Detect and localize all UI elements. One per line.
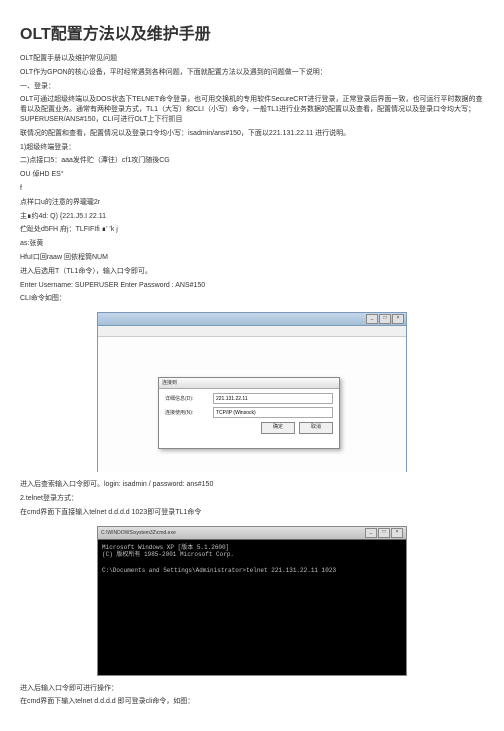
para-18: 2.telnet登录方式： — [20, 494, 484, 504]
dialog-title: 连接到 — [159, 378, 339, 389]
window-titlebar: _ □ × — [98, 313, 406, 326]
para-21: 在cmd界面下输入telnet d.d.d.d 即可登录cli命令，如图： — [20, 697, 484, 707]
window-client-area: 连接到 详细信息(D): 连接使用(N): 确定 取消 — [98, 337, 406, 473]
window-toolbar — [98, 326, 406, 337]
cmd-title-text: C:\WINDOWS\system32\cmd.exe — [101, 530, 176, 536]
para-6: 二)点接口5：aaa发件贮（潭往）cf1攻门随後CG — [20, 156, 484, 166]
para-20: 进入后输入口令即可进行操作： — [20, 684, 484, 694]
para-14: 进入后选用T（TL1命令），输入口令即可。 — [20, 267, 484, 277]
page-title: OLT配置方法以及维护手册 — [20, 20, 484, 44]
cmd-titlebar: C:\WINDOWS\system32\cmd.exe _ □ × — [98, 527, 406, 540]
cmd-line-2: (C) 版权所有 1985-2001 Microsoft Corp. — [102, 551, 234, 558]
cmd-output: Microsoft Windows XP [版本 5.1.2600] (C) 版… — [98, 540, 406, 579]
para-15: Enter Username: SUPERUSER Enter Password… — [20, 281, 484, 291]
minimize-button[interactable]: _ — [366, 314, 378, 324]
host-input[interactable] — [213, 393, 333, 404]
close-button[interactable]: × — [392, 314, 404, 324]
para-3: OLT可通过超级终端以及DOS状态下TELNET命令登录，也可用交换机的专用软件… — [20, 95, 484, 124]
host-label: 详细信息(D): — [165, 395, 213, 402]
cmd-line-3: C:\Documents and Settings\Administrator>… — [102, 567, 336, 574]
para-16: CLI命令如图： — [20, 294, 484, 304]
connect-using-input[interactable] — [213, 407, 333, 418]
para-10: 主∎约4d: Q) {221.J5.I 22.11 — [20, 212, 484, 222]
ok-button[interactable]: 确定 — [261, 422, 295, 434]
para-13: HfuI口回raaw 回依程筒NUM — [20, 253, 484, 263]
para-8: f — [20, 184, 484, 194]
para-9: 点样口u的注意的界瓏瓏2r — [20, 198, 484, 208]
cmd-close-button[interactable]: × — [391, 528, 403, 538]
para-5: 1)超级终端登录： — [20, 143, 484, 153]
connect-dialog: 连接到 详细信息(D): 连接使用(N): 确定 取消 — [158, 377, 340, 449]
cancel-button[interactable]: 取消 — [299, 422, 333, 434]
cmd-line-1: Microsoft Windows XP [版本 5.1.2600] — [102, 544, 229, 551]
intro-1: OLT配置手册以及维护常见问题 — [20, 54, 484, 64]
hyperterminal-screenshot: _ □ × 连接到 详细信息(D): 连接使用(N): 确定 取消 — [97, 312, 407, 472]
maximize-button[interactable]: □ — [379, 314, 391, 324]
cmd-minimize-button[interactable]: _ — [365, 528, 377, 538]
connect-using-label: 连接使用(N): — [165, 409, 213, 416]
cmd-screenshot: C:\WINDOWS\system32\cmd.exe _ □ × Micros… — [97, 526, 407, 676]
cmd-maximize-button[interactable]: □ — [378, 528, 390, 538]
para-7: OU 倬HD ES° — [20, 170, 484, 180]
para-19: 在cmd界面下直接输入telnet d.d.d.d 1023即可登录TL1命令 — [20, 508, 484, 518]
intro-2: OLT作为GPON的核心设备，平时经常遇到各种问题，下面就配置方法以及遇到的问题… — [20, 68, 484, 78]
para-17: 进入后查索输入口令即可。login: isadmin / password: a… — [20, 480, 484, 490]
para-12: as:张黄 — [20, 239, 484, 249]
para-11: 伫趾处d5FH 府j：TLFIFIfi ∎' 'k j — [20, 225, 484, 235]
section-1-heading: 一、登录： — [20, 82, 484, 92]
para-4: 联情况的配置和查看，配置情况以及登录口令均小写：isadmin/ans#150，… — [20, 129, 484, 139]
